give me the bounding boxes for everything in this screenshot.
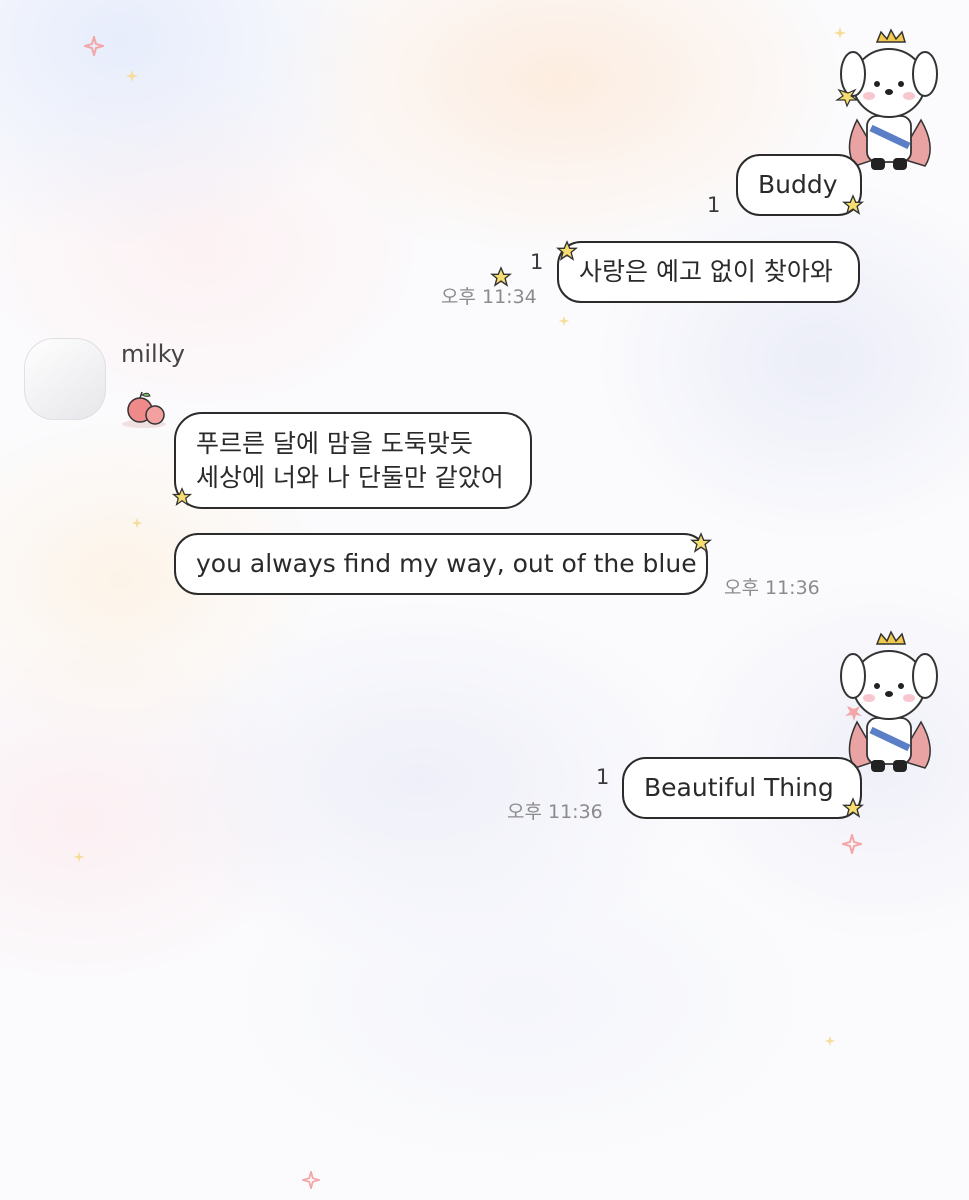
message-bubble[interactable]: you always find my way, out of the blue	[174, 533, 708, 595]
message-line: 푸르른 달에 맘을 도둑맞듯	[196, 428, 473, 458]
message-bubble[interactable]: 사랑은 예고 없이 찾아와	[557, 241, 860, 303]
star-icon	[842, 194, 864, 215]
unread-count: 1	[530, 250, 544, 274]
message-bubble[interactable]: 푸르른 달에 맘을 도둑맞듯 세상에 너와 나 단둘만 같았어	[174, 412, 532, 509]
avatar[interactable]	[24, 338, 106, 420]
star-icon	[172, 487, 192, 506]
message-text: Buddy	[758, 170, 838, 199]
star-icon	[556, 240, 578, 261]
sparkle-icon	[73, 851, 85, 863]
sparkle-icon	[558, 315, 570, 327]
message-text: Beautiful Thing	[644, 773, 834, 802]
message-bubble[interactable]: Beautiful Thing	[622, 757, 862, 819]
apple-icon	[122, 391, 166, 428]
star-icon	[842, 797, 864, 818]
message-line: 세상에 너와 나 단둘만 같았어	[196, 462, 504, 492]
message-time: 오후 11:36	[507, 801, 603, 823]
sparkle-icon	[125, 69, 139, 83]
sparkle-icon	[842, 834, 862, 854]
sparkle-icon	[131, 517, 143, 529]
sparkle-icon	[824, 1035, 836, 1047]
message-text: you always find my way, out of the blue	[196, 549, 697, 578]
star-icon	[690, 532, 712, 553]
sparkle-icon	[302, 1171, 320, 1189]
unread-count: 1	[596, 765, 610, 789]
message-time: 오후 11:36	[724, 577, 820, 599]
sender-name: milky	[121, 340, 185, 368]
sparkle-icon	[84, 36, 104, 56]
message-time: 오후 11:34	[441, 286, 537, 308]
unread-count: 1	[707, 193, 721, 217]
message-text: 사랑은 예고 없이 찾아와	[579, 257, 833, 286]
